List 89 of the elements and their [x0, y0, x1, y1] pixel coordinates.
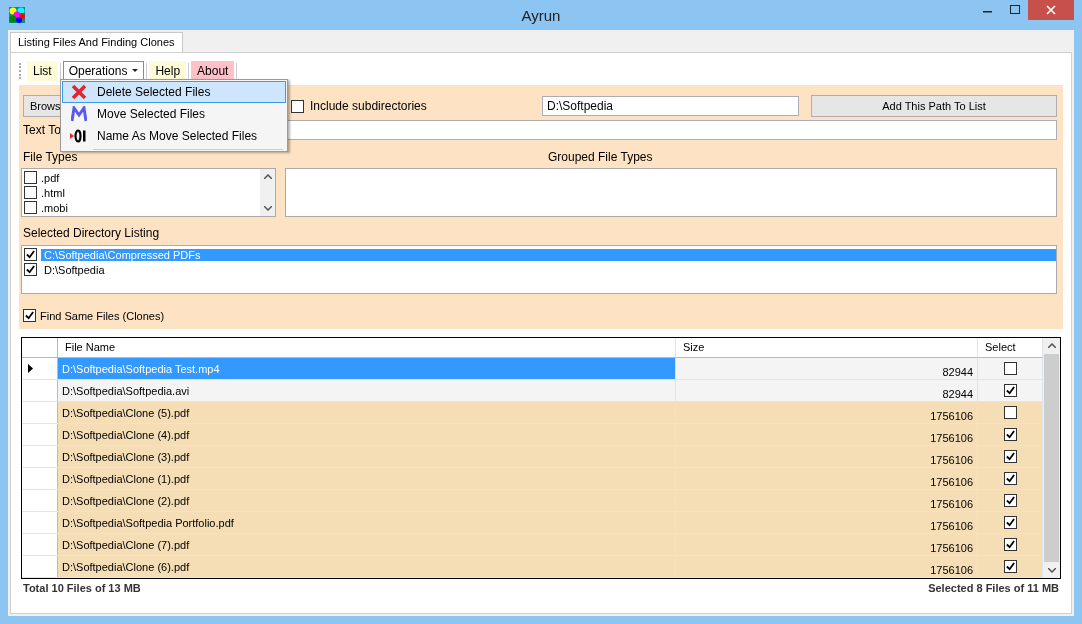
- app-icon: [9, 7, 25, 23]
- table-row[interactable]: D:\Softpedia\Softpedia Test.mp4 82944: [22, 358, 1043, 380]
- table-row[interactable]: D:\Softpedia\Clone (2).pdf 1756106: [22, 490, 1043, 512]
- checkbox[interactable]: [1003, 406, 1017, 419]
- checkbox[interactable]: [1003, 560, 1017, 573]
- table-cell: 1756106: [676, 468, 978, 489]
- checkbox[interactable]: [1003, 428, 1017, 441]
- grouped-file-types-label: Grouped File Types: [548, 151, 653, 164]
- checkbox-label: Include subdirectories: [310, 99, 427, 113]
- directory-list[interactable]: C:\Softpedia\Compressed PDFs D:\Softpedia: [21, 245, 1057, 294]
- checkbox[interactable]: [23, 309, 36, 322]
- table-cell: D:\Softpedia\Clone (3).pdf: [58, 446, 676, 467]
- scroll-up-icon[interactable]: [1047, 343, 1056, 348]
- add-path-button[interactable]: Add This Path To List: [811, 95, 1057, 117]
- checkbox[interactable]: [1003, 362, 1017, 375]
- table-row[interactable]: D:\Softpedia\Clone (7).pdf 1756106: [22, 534, 1043, 556]
- checkbox[interactable]: [1003, 494, 1017, 507]
- row-pointer-icon: [28, 364, 33, 373]
- list-item[interactable]: .mobi: [41, 201, 68, 214]
- table-row[interactable]: D:\Softpedia\Clone (5).pdf 1756106: [22, 402, 1043, 424]
- checkbox[interactable]: [1003, 450, 1017, 463]
- table-cell: D:\Softpedia\Clone (2).pdf: [58, 490, 676, 511]
- menu-item[interactable]: Delete Selected Files: [62, 81, 286, 103]
- table-cell: D:\Softpedia\Clone (4).pdf: [58, 424, 676, 445]
- table-row[interactable]: D:\Softpedia\Softpedia Portfolio.pdf 1756106: [22, 512, 1043, 534]
- checkbox[interactable]: [24, 248, 37, 261]
- column-header[interactable]: Size: [676, 338, 978, 357]
- table-row[interactable]: D:\Softpedia\Softpedia.avi 82944: [22, 380, 1043, 402]
- menu-item[interactable]: Move Selected Files: [62, 103, 286, 125]
- scrollbar[interactable]: [1043, 338, 1060, 578]
- menu-button[interactable]: About: [191, 61, 235, 81]
- directory-listing-label: Selected Directory Listing: [23, 226, 161, 240]
- menu-button[interactable]: Help: [149, 61, 187, 81]
- maximize-icon: [1009, 5, 1020, 15]
- status-text: Total 10 Files of 13 MB: [23, 582, 141, 594]
- checkbox[interactable]: [1003, 516, 1017, 529]
- checkbox[interactable]: [291, 99, 304, 113]
- arrow-bars-icon: [70, 128, 88, 144]
- checkbox[interactable]: [1003, 538, 1017, 551]
- tab[interactable]: Listing Files And Finding Clones: [10, 32, 183, 52]
- checkbox[interactable]: [24, 263, 37, 276]
- table-cell: 1756106: [676, 490, 978, 511]
- window-title: Ayrun: [520, 6, 562, 24]
- table-cell: 1756106: [676, 512, 978, 533]
- checkbox[interactable]: [24, 186, 37, 199]
- scroll-down-icon[interactable]: [1047, 568, 1056, 573]
- menu-button[interactable]: Operations: [62, 61, 145, 81]
- scroll-down-icon[interactable]: [263, 206, 272, 211]
- table-row[interactable]: D:\Softpedia\Clone (4).pdf 1756106: [22, 424, 1043, 446]
- file-types-list[interactable]: .pdf .html .mobi: [21, 168, 276, 217]
- table-cell: 1756106: [676, 424, 978, 445]
- list-item[interactable]: .html: [41, 186, 65, 199]
- menu-item[interactable]: Name As Move Selected Files: [62, 125, 286, 147]
- m-shape-icon: [71, 106, 87, 122]
- checkbox-label: Find Same Files (Clones): [40, 309, 165, 322]
- checkbox[interactable]: [24, 171, 37, 184]
- caret-icon: [132, 69, 139, 73]
- table-cell: 1756106: [676, 446, 978, 467]
- file-types-label: File Types: [23, 151, 79, 164]
- scroll-up-icon[interactable]: [263, 174, 272, 179]
- path-field[interactable]: D:\Softpedia: [542, 96, 799, 116]
- table-cell: 82944: [676, 358, 978, 379]
- menu-button[interactable]: List: [27, 61, 58, 81]
- table-cell: 1756106: [676, 402, 978, 423]
- table-cell: D:\Softpedia\Softpedia.avi: [58, 380, 676, 401]
- table-cell: D:\Softpedia\Clone (5).pdf: [58, 402, 676, 423]
- list-item[interactable]: .pdf: [41, 171, 60, 184]
- checkbox[interactable]: [1003, 472, 1017, 485]
- checkbox[interactable]: [24, 201, 37, 214]
- directory-item[interactable]: D:\Softpedia: [41, 263, 1056, 276]
- column-header[interactable]: File Name: [58, 338, 676, 357]
- table-cell: D:\Softpedia\Clone (7).pdf: [58, 534, 676, 555]
- row-header[interactable]: [22, 358, 58, 379]
- table-cell: D:\Softpedia\Softpedia Portfolio.pdf: [58, 512, 676, 533]
- text-to-label: Text To: [23, 123, 61, 137]
- cross-icon: [71, 84, 87, 100]
- table-cell: 82944: [676, 380, 978, 401]
- table-cell: 1756106: [676, 534, 978, 555]
- status-text: Selected 8 Files of 11 MB: [928, 582, 1059, 594]
- table-cell: 1756106: [676, 556, 978, 577]
- table-row[interactable]: D:\Softpedia\Clone (1).pdf 1756106: [22, 468, 1043, 490]
- table-cell: D:\Softpedia\Clone (6).pdf: [58, 556, 676, 577]
- table-row[interactable]: D:\Softpedia\Clone (3).pdf 1756106: [22, 446, 1043, 468]
- table-cell: D:\Softpedia\Clone (1).pdf: [58, 468, 676, 489]
- scrollbar[interactable]: [260, 169, 275, 216]
- table-cell: D:\Softpedia\Softpedia Test.mp4: [58, 358, 676, 379]
- checkbox[interactable]: [1003, 384, 1017, 397]
- table-row[interactable]: D:\Softpedia\Clone (6).pdf 1756106: [22, 556, 1043, 578]
- close-icon: [1046, 5, 1056, 15]
